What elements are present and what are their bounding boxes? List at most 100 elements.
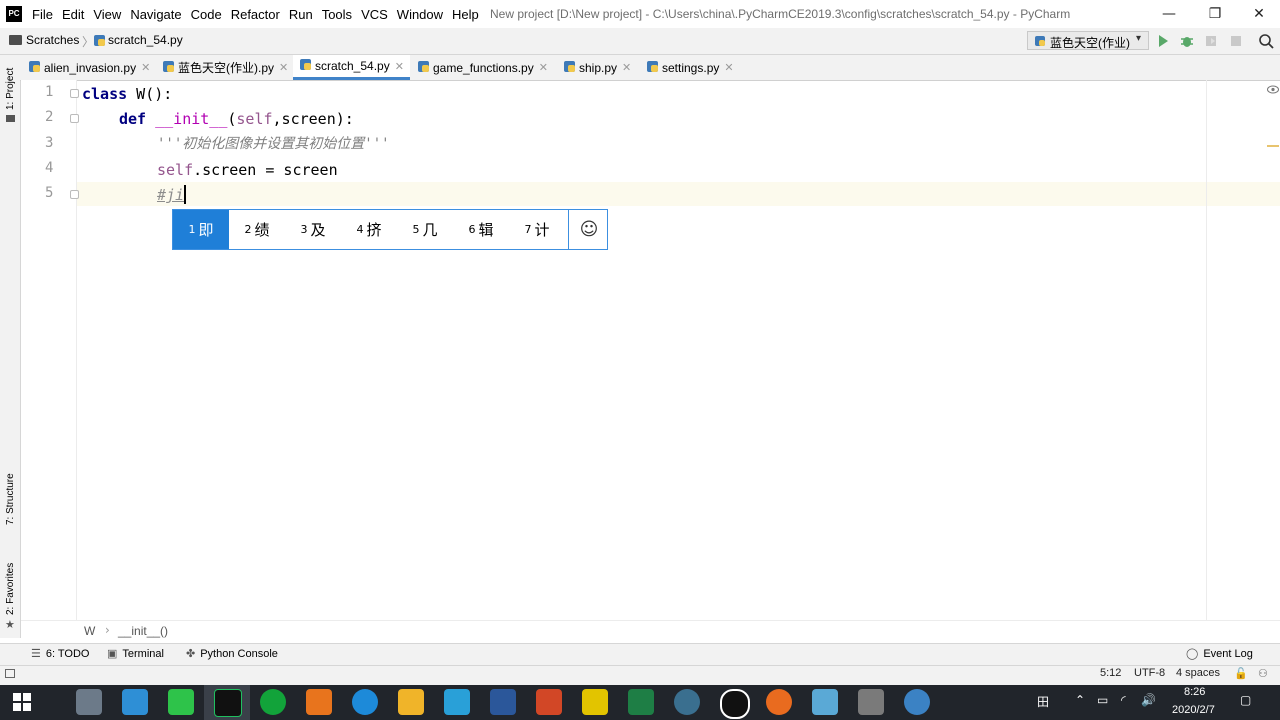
app-icon[interactable] [76, 689, 102, 715]
lock-icon[interactable]: 🔓 [1234, 667, 1248, 680]
indent-setting[interactable]: 4 spaces [1176, 667, 1220, 679]
code-line-4: self.screen = screen [157, 160, 338, 180]
ime-candidate[interactable]: 1即 [173, 210, 229, 249]
pycharm-icon[interactable] [214, 689, 242, 717]
debug-icon[interactable] [1179, 33, 1195, 49]
emoji-icon[interactable]: ☺ [568, 210, 609, 249]
clock-time[interactable]: 8:26 [1184, 686, 1205, 698]
ime-indicator[interactable]: 田 [1037, 693, 1049, 710]
powerpoint-icon[interactable] [536, 689, 562, 715]
tab-scratch-54[interactable]: scratch_54.py ✕ [293, 55, 410, 80]
terminal-tool-button[interactable]: ▣ Terminal [107, 647, 164, 661]
menu-tools[interactable]: Tools [322, 7, 352, 22]
python-file-icon [417, 60, 430, 76]
breadcrumb-method[interactable]: __init__() [118, 624, 168, 638]
ime-candidate[interactable]: 4挤 [341, 210, 397, 249]
breadcrumb-file[interactable]: scratch_54.py [108, 33, 183, 47]
tab-game-functions[interactable]: game_functions.py ✕ [417, 55, 548, 80]
word-icon[interactable] [490, 689, 516, 715]
python-console-tool-button[interactable]: ✤ Python Console [186, 647, 278, 661]
ime-candidate[interactable]: 2绩 [229, 210, 285, 249]
file-explorer-icon[interactable] [398, 689, 424, 715]
project-tool-button[interactable]: 1: Project [5, 68, 16, 110]
app-icon[interactable] [674, 689, 700, 715]
app-icon[interactable] [122, 689, 148, 715]
line-number: 5 [45, 185, 54, 201]
self-keyword: self [236, 110, 273, 128]
app-icon[interactable] [444, 689, 470, 715]
wifi-icon[interactable]: ◜ [1121, 693, 1126, 707]
todo-tool-button[interactable]: ☰ 6: TODO [31, 647, 89, 661]
menu-navigate[interactable]: Navigate [130, 7, 181, 22]
close-icon[interactable]: ✕ [395, 60, 404, 73]
app-icon[interactable] [766, 689, 792, 715]
battery-icon[interactable]: ▭ [1097, 693, 1108, 707]
run-icon[interactable] [1155, 33, 1171, 49]
minimize-button[interactable]: — [1146, 0, 1192, 28]
tab-blue-sky[interactable]: 蓝色天空(作业).py ✕ [162, 55, 288, 80]
menu-run[interactable]: Run [289, 7, 313, 22]
close-icon[interactable]: ✕ [539, 61, 548, 74]
close-icon[interactable]: ✕ [622, 61, 631, 74]
ime-candidate[interactable]: 5几 [397, 210, 453, 249]
structure-tool-button[interactable]: 7: Structure [5, 473, 16, 525]
candidate-number: 3 [300, 223, 308, 236]
warning-stripe-marker[interactable] [1267, 145, 1279, 147]
file-encoding[interactable]: UTF-8 [1134, 667, 1165, 679]
search-app-icon[interactable] [306, 689, 332, 715]
menu-help[interactable]: Help [452, 7, 479, 22]
favorites-tool-button[interactable]: 2: Favorites [5, 563, 16, 615]
menu-view[interactable]: View [93, 7, 121, 22]
menu-vcs[interactable]: VCS [361, 7, 388, 22]
pycharm-logo-icon[interactable]: PC [6, 6, 22, 22]
caret-position[interactable]: 5:12 [1100, 667, 1121, 679]
star-icon: ★ [5, 618, 15, 631]
tab-ship[interactable]: ship.py ✕ [563, 55, 631, 80]
video-player-icon[interactable] [582, 689, 608, 715]
chevron-up-icon[interactable]: ⌃ [1075, 693, 1085, 707]
ime-candidate[interactable]: 7计 [509, 210, 565, 249]
close-button[interactable]: ✕ [1236, 0, 1280, 28]
app-icon[interactable] [352, 689, 378, 715]
browser-icon[interactable] [904, 689, 930, 715]
close-icon[interactable]: ✕ [141, 61, 150, 74]
inspector-icon[interactable]: ⚇ [1258, 667, 1268, 680]
app-icon[interactable] [720, 689, 750, 719]
close-icon[interactable]: ✕ [724, 61, 733, 74]
menu-edit[interactable]: Edit [62, 7, 84, 22]
keyword: def [119, 110, 147, 128]
menu-window[interactable]: Window [397, 7, 443, 22]
run-configuration-select[interactable]: 蓝色天空(作业) ▾ [1027, 31, 1149, 50]
wechat-icon[interactable] [168, 689, 194, 715]
stop-icon[interactable] [1228, 33, 1244, 49]
eye-icon[interactable] [1267, 83, 1279, 97]
tab-settings[interactable]: settings.py ✕ [646, 55, 734, 80]
coverage-icon[interactable] [1203, 33, 1219, 49]
breadcrumb-class[interactable]: W [84, 624, 95, 638]
volume-icon[interactable]: 🔊 [1141, 693, 1156, 707]
app-icon[interactable] [812, 689, 838, 715]
python-file-icon [162, 60, 175, 76]
menu-code[interactable]: Code [191, 7, 222, 22]
tab-alien-invasion[interactable]: alien_invasion.py ✕ [28, 55, 150, 80]
breadcrumb-scratches[interactable]: Scratches [26, 33, 79, 47]
code-editor[interactable]: class W(): def __init__(self,screen): ''… [76, 80, 1206, 620]
tab-label: scratch_54.py [315, 59, 390, 73]
menu-file[interactable]: File [32, 7, 53, 22]
spreadsheet-icon[interactable] [628, 689, 654, 715]
ime-candidate[interactable]: 3及 [285, 210, 341, 249]
ime-candidate[interactable]: 6辑 [453, 210, 509, 249]
app-icon[interactable] [858, 689, 884, 715]
window-title: New project [D:\New project] - C:\Users\… [490, 7, 1071, 21]
clock-date[interactable]: 2020/2/7 [1172, 704, 1215, 716]
menu-refactor[interactable]: Refactor [231, 7, 280, 22]
restore-button[interactable]: ❐ [1192, 0, 1238, 28]
tool-window-toggle-icon[interactable] [5, 669, 15, 678]
close-icon[interactable]: ✕ [279, 61, 288, 74]
notification-icon[interactable]: ▢ [1240, 693, 1251, 707]
app-icon[interactable] [260, 689, 286, 715]
windows-start-icon[interactable] [13, 693, 31, 714]
terminal-icon: ▣ [107, 648, 118, 660]
search-icon[interactable] [1258, 33, 1274, 49]
event-log-tool-button[interactable]: ◯ Event Log [1186, 647, 1253, 661]
